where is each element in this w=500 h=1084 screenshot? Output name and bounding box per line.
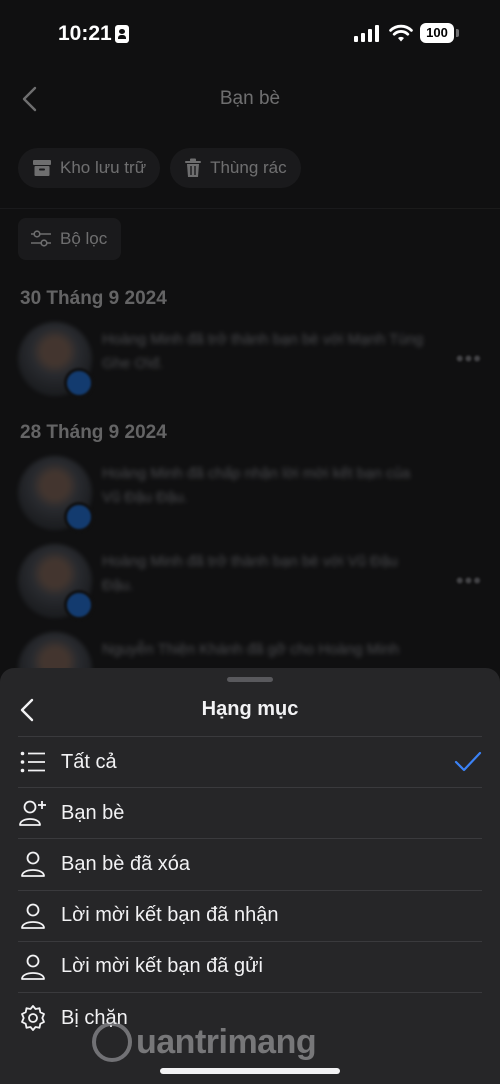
activity-item[interactable]: Hoàng Minh đã trở thành bạn bè với Vũ Đậ…: [18, 544, 482, 624]
watermark-text: uantrimang: [136, 1022, 317, 1061]
category-label: Tất cả: [61, 750, 117, 773]
trash-chip-label: Thùng rác: [210, 158, 287, 177]
more-icon[interactable]: •••: [456, 346, 482, 372]
page-title: Bạn bè: [219, 88, 281, 109]
wifi-icon: [389, 24, 413, 42]
status-bar: 10:21 100: [0, 0, 500, 66]
person-icon: [18, 901, 48, 931]
section-date: 28 Tháng 9 2024: [20, 422, 167, 443]
watermark-logo-icon: [92, 1022, 132, 1062]
filter-sliders-icon: [31, 230, 51, 247]
section-date: 30 Tháng 9 2024: [20, 288, 167, 309]
watermark: uantrimang: [92, 1022, 317, 1062]
sheet-grabber[interactable]: [227, 677, 273, 682]
filter-label: Bộ lọc: [60, 229, 108, 248]
battery-indicator: 100: [420, 23, 459, 43]
category-item-removed-friends[interactable]: Bạn bè đã xóa: [18, 838, 482, 889]
person-add-icon: [18, 798, 48, 828]
activity-text: Hoàng Minh đã trở thành bạn bè với Mạnh …: [102, 331, 424, 372]
person-icon: [18, 849, 48, 879]
facebook-badge-icon: [64, 590, 94, 620]
id-card-icon: [115, 25, 129, 43]
trash-chip[interactable]: Thùng rác: [170, 148, 301, 188]
archive-chip[interactable]: Kho lưu trữ: [18, 148, 161, 188]
category-list: Tất cả Bạn bè Bạn bè đã xóa Lời mời kết …: [18, 736, 482, 1043]
activity-item[interactable]: Hoàng Minh đã chấp nhận lời mời kết bạn …: [18, 456, 482, 536]
list-icon: [18, 747, 48, 777]
chip-row: Kho lưu trữ Thùng rác: [18, 148, 301, 188]
facebook-badge-icon: [64, 502, 94, 532]
status-time: 10:21: [58, 22, 112, 45]
archive-icon: [33, 160, 51, 176]
filter-button[interactable]: Bộ lọc: [18, 218, 122, 260]
person-icon: [18, 952, 48, 982]
category-label: Bạn bè: [61, 801, 125, 824]
checkmark-icon: [454, 751, 482, 772]
category-item-requests-received[interactable]: Lời mời kết bạn đã nhận: [18, 889, 482, 941]
trash-icon: [185, 158, 202, 177]
category-item-friends[interactable]: Bạn bè: [18, 787, 482, 838]
cellular-signal-icon: [354, 25, 380, 42]
category-item-all[interactable]: Tất cả: [18, 736, 482, 787]
facebook-badge-icon: [64, 368, 94, 398]
sheet-title: Hạng mục: [201, 698, 299, 720]
archive-chip-label: Kho lưu trữ: [60, 158, 147, 177]
category-label: Bạn bè đã xóa: [61, 852, 190, 875]
gear-icon: [18, 1003, 48, 1033]
activity-item[interactable]: Hoàng Minh đã trở thành bạn bè với Mạnh …: [18, 322, 482, 402]
divider: [0, 208, 500, 209]
activity-text: Hoàng Minh đã trở thành bạn bè với Vũ Đậ…: [102, 553, 398, 594]
category-label: Lời mời kết bạn đã gửi: [61, 955, 263, 978]
activity-text: Nguyễn Thiện Khánh đã gỡ cho Hoàng Minh: [102, 641, 400, 658]
nav-bar: Bạn bè: [0, 66, 500, 132]
home-indicator[interactable]: [160, 1068, 340, 1074]
category-label: Lời mời kết bạn đã nhận: [61, 904, 279, 927]
activity-text: Hoàng Minh đã chấp nhận lời mời kết bạn …: [102, 465, 411, 506]
more-icon[interactable]: •••: [456, 568, 482, 594]
category-item-requests-sent[interactable]: Lời mời kết bạn đã gửi: [18, 940, 482, 992]
